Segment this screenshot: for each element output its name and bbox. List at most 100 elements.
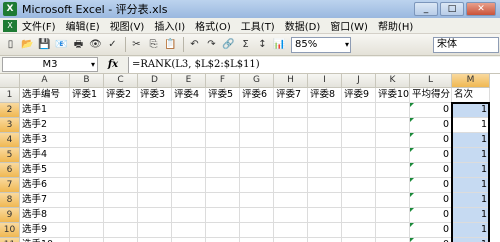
average-score-cell[interactable]: 0 — [410, 238, 452, 242]
table-cell[interactable] — [308, 118, 342, 133]
table-cell[interactable] — [376, 163, 410, 178]
table-cell[interactable] — [274, 208, 308, 223]
contestant-name-cell[interactable]: 选手4 — [20, 148, 70, 163]
header-cell[interactable]: 评委6 — [240, 88, 274, 103]
menu-edit[interactable]: 编辑(E) — [61, 18, 105, 33]
table-cell[interactable] — [206, 148, 240, 163]
table-cell[interactable] — [240, 103, 274, 118]
autosum-icon[interactable]: Σ — [238, 37, 253, 52]
contestant-name-cell[interactable]: 选手9 — [20, 223, 70, 238]
rank-cell[interactable]: 1 — [452, 193, 490, 208]
rank-cell[interactable]: 1 — [452, 133, 490, 148]
average-score-cell[interactable]: 0 — [410, 178, 452, 193]
row-header[interactable]: 1 — [0, 88, 20, 103]
average-score-cell[interactable]: 0 — [410, 208, 452, 223]
table-cell[interactable] — [138, 148, 172, 163]
table-cell[interactable] — [274, 193, 308, 208]
table-cell[interactable] — [172, 118, 206, 133]
header-cell[interactable]: 评委2 — [104, 88, 138, 103]
table-cell[interactable] — [308, 178, 342, 193]
column-header[interactable]: M — [452, 74, 490, 88]
table-cell[interactable] — [376, 148, 410, 163]
average-score-cell[interactable]: 0 — [410, 148, 452, 163]
contestant-name-cell[interactable]: 选手7 — [20, 193, 70, 208]
row-header[interactable]: 5 — [0, 148, 20, 163]
table-cell[interactable] — [70, 178, 104, 193]
table-cell[interactable] — [206, 238, 240, 242]
column-header[interactable]: B — [70, 74, 104, 88]
rank-cell[interactable]: 1 — [452, 208, 490, 223]
rank-cell[interactable]: 1 — [452, 148, 490, 163]
table-cell[interactable] — [104, 238, 138, 242]
hyperlink-icon[interactable]: 🔗 — [221, 37, 236, 52]
maximize-button[interactable]: □ — [440, 2, 464, 16]
menu-help[interactable]: 帮助(H) — [373, 18, 418, 33]
header-cell[interactable]: 评委3 — [138, 88, 172, 103]
table-cell[interactable] — [172, 223, 206, 238]
row-header[interactable]: 2 — [0, 103, 20, 118]
table-cell[interactable] — [70, 118, 104, 133]
table-cell[interactable] — [342, 193, 376, 208]
table-cell[interactable] — [342, 208, 376, 223]
rank-cell[interactable]: 1 — [452, 163, 490, 178]
header-cell[interactable]: 评委10 — [376, 88, 410, 103]
table-cell[interactable] — [138, 223, 172, 238]
column-header[interactable]: L — [410, 74, 452, 88]
table-cell[interactable] — [376, 238, 410, 242]
table-cell[interactable] — [308, 148, 342, 163]
header-cell[interactable]: 平均得分 — [410, 88, 452, 103]
table-cell[interactable] — [138, 178, 172, 193]
menu-data[interactable]: 数据(D) — [280, 18, 326, 33]
table-cell[interactable] — [206, 103, 240, 118]
mail-icon[interactable]: 📧 — [54, 37, 69, 52]
average-score-cell[interactable]: 0 — [410, 133, 452, 148]
table-cell[interactable] — [274, 163, 308, 178]
row-header[interactable]: 11 — [0, 238, 20, 242]
table-cell[interactable] — [206, 178, 240, 193]
row-header[interactable]: 9 — [0, 208, 20, 223]
table-cell[interactable] — [104, 178, 138, 193]
header-cell[interactable]: 评委9 — [342, 88, 376, 103]
font-select[interactable]: 宋体 — [433, 37, 499, 53]
minimize-button[interactable]: _ — [414, 2, 438, 16]
table-cell[interactable] — [274, 118, 308, 133]
row-header[interactable]: 6 — [0, 163, 20, 178]
table-cell[interactable] — [172, 148, 206, 163]
table-cell[interactable] — [172, 238, 206, 242]
table-cell[interactable] — [308, 223, 342, 238]
menu-tools[interactable]: 工具(T) — [236, 18, 280, 33]
contestant-name-cell[interactable]: 选手1 — [20, 103, 70, 118]
table-cell[interactable] — [274, 223, 308, 238]
table-cell[interactable] — [376, 133, 410, 148]
menu-view[interactable]: 视图(V) — [105, 18, 150, 33]
table-cell[interactable] — [240, 238, 274, 242]
column-header[interactable]: H — [274, 74, 308, 88]
table-cell[interactable] — [70, 223, 104, 238]
table-cell[interactable] — [138, 238, 172, 242]
name-box[interactable]: M3 — [2, 57, 98, 72]
column-header[interactable]: G — [240, 74, 274, 88]
sort-icon[interactable]: ↕ — [255, 37, 270, 52]
close-button[interactable]: ✕ — [466, 2, 496, 16]
table-cell[interactable] — [70, 193, 104, 208]
select-all-corner[interactable] — [0, 74, 20, 88]
table-cell[interactable] — [274, 133, 308, 148]
table-cell[interactable] — [274, 103, 308, 118]
table-cell[interactable] — [376, 118, 410, 133]
table-cell[interactable] — [104, 148, 138, 163]
table-cell[interactable] — [376, 103, 410, 118]
table-cell[interactable] — [138, 118, 172, 133]
average-score-cell[interactable]: 0 — [410, 103, 452, 118]
paste-icon[interactable]: 📋 — [163, 37, 178, 52]
contestant-name-cell[interactable]: 选手8 — [20, 208, 70, 223]
table-cell[interactable] — [138, 133, 172, 148]
redo-icon[interactable]: ↷ — [204, 37, 219, 52]
undo-icon[interactable]: ↶ — [187, 37, 202, 52]
table-cell[interactable] — [342, 238, 376, 242]
table-cell[interactable] — [240, 223, 274, 238]
rank-cell[interactable]: 1 — [452, 178, 490, 193]
header-cell[interactable]: 选手编号 — [20, 88, 70, 103]
contestant-name-cell[interactable]: 选手2 — [20, 118, 70, 133]
chart-wizard-icon[interactable]: 📊 — [272, 37, 287, 52]
table-cell[interactable] — [104, 208, 138, 223]
